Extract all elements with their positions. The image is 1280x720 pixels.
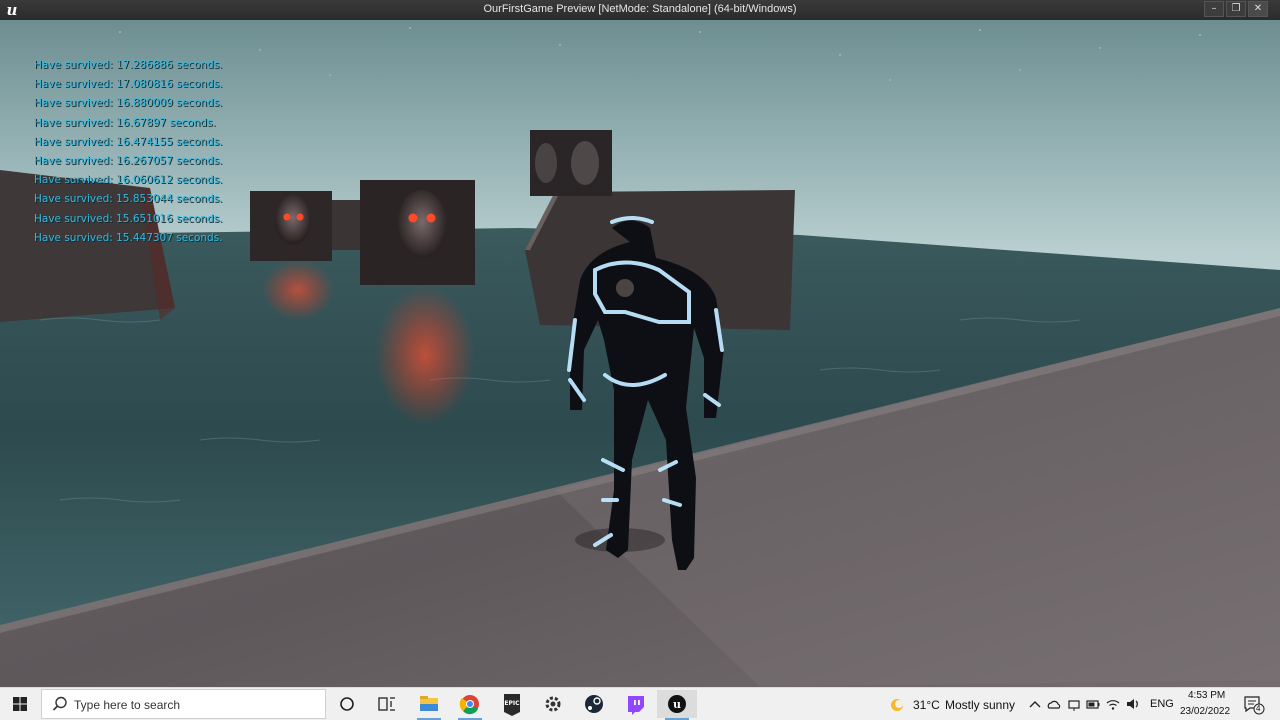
face-cube-1 <box>250 191 334 320</box>
window-title-bar[interactable]: u OurFirstGame Preview [NetMode: Standal… <box>0 0 1280 20</box>
hud-message: Have survived: 16.880009 seconds. <box>34 97 223 110</box>
cortana-button[interactable] <box>327 690 367 718</box>
action-center-button[interactable]: 4 <box>1242 694 1266 716</box>
notification-icon <box>1244 696 1265 715</box>
unreal-engine-icon: u <box>668 695 686 713</box>
volume-icon[interactable] <box>1125 696 1141 712</box>
windows-taskbar: Type here to search EPIC u 31°C Mostly s… <box>0 687 1280 720</box>
restore-button[interactable]: ❐ <box>1226 1 1246 17</box>
notification-count: 4 <box>1256 704 1261 713</box>
battery-icon[interactable] <box>1085 696 1101 712</box>
twitch-button[interactable] <box>616 690 656 718</box>
settings-button[interactable] <box>533 690 573 718</box>
svg-text:EPIC: EPIC <box>504 700 520 707</box>
unreal-engine-button[interactable]: u <box>657 690 697 720</box>
onedrive-cloud-icon[interactable] <box>1046 696 1062 712</box>
cortana-icon <box>340 697 354 711</box>
hud-message: Have survived: 16.267057 seconds. <box>34 154 223 167</box>
face-cube-2 <box>360 180 475 425</box>
search-placeholder: Type here to search <box>74 698 181 712</box>
network-icon[interactable] <box>1066 696 1082 712</box>
hud-message: Have survived: 16.060612 seconds. <box>34 174 223 187</box>
hud-message: Have survived: 16.474155 seconds. <box>34 135 223 148</box>
close-button[interactable]: ✕ <box>1248 1 1268 17</box>
chrome-icon <box>459 695 479 715</box>
steam-icon <box>585 695 603 713</box>
start-button[interactable] <box>0 688 40 720</box>
hud-message: Have survived: 15.447307 seconds. <box>34 231 223 244</box>
weather-condition[interactable]: Mostly sunny <box>945 698 1015 712</box>
weather-sun-icon <box>891 699 903 711</box>
hud-message: Have survived: 17.080816 seconds. <box>34 78 223 91</box>
face-cube-3 <box>530 130 612 196</box>
search-icon <box>52 696 67 711</box>
sky-stars <box>119 27 1201 81</box>
svg-text:u: u <box>673 698 681 711</box>
epic-games-icon: EPIC <box>504 694 520 716</box>
file-explorer-icon <box>420 696 438 711</box>
wifi-icon[interactable] <box>1105 696 1121 712</box>
input-language[interactable]: ENG <box>1150 698 1174 710</box>
game-viewport[interactable]: Have survived: 17.286886 seconds. Have su… <box>0 20 1280 687</box>
clock-date[interactable]: 23/02/2022 <box>1180 706 1230 717</box>
weather-temperature[interactable]: 31°C <box>913 698 940 712</box>
task-view-icon <box>378 697 395 711</box>
epic-games-button[interactable]: EPIC <box>492 690 532 718</box>
hud-message: Have survived: 17.286886 seconds. <box>34 59 223 71</box>
twitch-icon <box>628 696 644 715</box>
hud-message: Have survived: 15.651016 seconds. <box>34 212 223 225</box>
hud-survival-messages: Have survived: 17.286886 seconds. Have su… <box>34 56 223 248</box>
chevron-up-icon[interactable] <box>1027 696 1043 712</box>
windows-logo-icon <box>13 697 27 711</box>
hud-message: Have survived: 15.853044 seconds. <box>34 193 223 206</box>
taskbar-search-box[interactable]: Type here to search <box>41 689 326 719</box>
steam-button[interactable] <box>574 690 614 718</box>
clock-time[interactable]: 4:53 PM <box>1188 690 1225 701</box>
hud-message: Have survived: 16.67897 seconds. <box>34 116 216 129</box>
settings-icon <box>545 696 561 712</box>
chrome-button[interactable] <box>450 690 490 720</box>
task-view-button[interactable] <box>367 690 407 718</box>
file-explorer-button[interactable] <box>409 690 449 720</box>
minimize-button[interactable]: – <box>1204 1 1224 17</box>
window-title: OurFirstGame Preview [NetMode: Standalon… <box>483 3 797 15</box>
